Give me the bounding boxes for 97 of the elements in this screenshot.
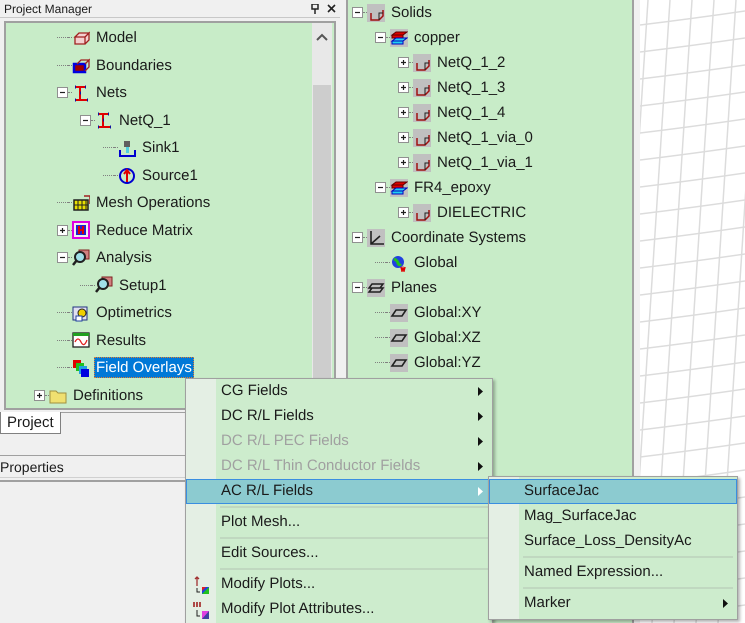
expand-icon[interactable] <box>398 207 409 218</box>
tree-item[interactable]: Sink1 <box>140 137 182 158</box>
menu-item[interactable]: Marker <box>519 591 737 616</box>
submenu-arrow-icon <box>478 412 483 421</box>
expand-icon[interactable] <box>398 132 409 143</box>
submenu-arrow-icon <box>478 387 483 396</box>
plot-attributes-icon <box>193 600 209 618</box>
menu-item[interactable]: Plot Mesh... <box>216 510 492 535</box>
pin-icon[interactable] <box>311 4 319 14</box>
expand-icon[interactable] <box>398 57 409 68</box>
panel-title: Project Manager <box>4 2 92 14</box>
expand-icon[interactable] <box>398 107 409 118</box>
tree-item[interactable]: NetQ_1_via_1 <box>435 152 535 173</box>
tree-item[interactable]: Solids <box>389 2 434 23</box>
tree-item[interactable]: Nets <box>94 82 129 104</box>
solid-icon <box>413 104 431 122</box>
solid-icon <box>413 128 431 146</box>
collapse-icon[interactable] <box>352 282 363 293</box>
tree-item[interactable]: NetQ_1_2 <box>435 52 508 73</box>
collapse-icon[interactable] <box>80 114 91 126</box>
tree-item[interactable]: copper <box>412 27 462 48</box>
panel-title: Properties <box>0 458 64 477</box>
tree-item[interactable]: Mesh Operations <box>94 192 212 214</box>
tree-item[interactable]: Global:XZ <box>412 327 483 348</box>
axes-icon <box>367 228 385 246</box>
submenu-arrow-icon <box>723 599 728 608</box>
tree-item[interactable]: NetQ_1_3 <box>435 77 508 98</box>
expand-icon[interactable] <box>398 82 409 93</box>
mesh-grid-icon <box>72 194 90 212</box>
submenu-arrow-icon <box>478 437 483 446</box>
plane-icon <box>390 354 408 372</box>
menu-item[interactable]: Mag_SurfaceJac <box>519 504 737 529</box>
solid-icon <box>413 54 431 72</box>
menu-item[interactable]: Named Expression... <box>519 560 737 585</box>
collapse-icon[interactable] <box>375 32 386 43</box>
collapse-icon[interactable] <box>57 252 68 264</box>
menu-item[interactable]: CG Fields <box>216 379 492 404</box>
material-icon <box>390 28 408 46</box>
solid-icon <box>413 154 431 172</box>
tree-item[interactable]: Coordinate Systems <box>389 227 528 248</box>
material-icon <box>390 178 408 196</box>
tree-item[interactable]: NetQ_1_via_0 <box>435 127 535 148</box>
tree-item[interactable]: Optimetrics <box>94 302 174 324</box>
magnifier-icon <box>72 248 90 267</box>
tree-item[interactable]: FR4_epoxy <box>412 177 493 198</box>
solid-icon <box>367 4 385 22</box>
planes-icon <box>367 278 385 296</box>
magnifier-icon <box>95 276 113 294</box>
sink-icon <box>118 138 136 157</box>
matrix-icon <box>72 221 90 240</box>
net-icon <box>95 111 113 130</box>
layers-icon <box>72 358 90 377</box>
menu-item[interactable]: DC R/L Fields <box>216 404 492 429</box>
tree-item[interactable]: Global:XY <box>412 302 484 323</box>
menu-item[interactable]: Edit Sources... <box>216 541 492 566</box>
globe-icon <box>390 254 408 272</box>
tree-item[interactable]: NetQ_1_4 <box>435 102 508 123</box>
tree-item[interactable]: NetQ_1 <box>117 110 173 131</box>
menu-item[interactable]: Modify Plots... <box>216 572 492 597</box>
expand-icon[interactable] <box>57 224 68 236</box>
solid-icon <box>413 78 431 96</box>
plane-icon <box>390 304 408 322</box>
tree-item[interactable]: Results <box>94 330 148 351</box>
submenu-arrow-icon <box>478 462 483 471</box>
menu-item[interactable]: SurfaceJac <box>489 479 737 504</box>
scroll-up-icon[interactable] <box>316 33 328 41</box>
box-icon <box>72 56 90 74</box>
tree-item[interactable]: Reduce Matrix <box>94 220 195 241</box>
tree-item[interactable]: Setup1 <box>117 274 169 296</box>
tree-item[interactable]: Global <box>412 252 460 273</box>
tree-item[interactable]: Analysis <box>94 247 154 268</box>
menu-item[interactable]: Modify Plot Attributes... <box>216 597 492 622</box>
collapse-icon[interactable] <box>352 232 363 243</box>
tree-item[interactable]: Planes <box>389 277 439 298</box>
collapse-icon[interactable] <box>352 7 363 18</box>
collapse-icon[interactable] <box>375 182 386 193</box>
solid-icon <box>413 204 431 222</box>
tree-item[interactable]: Global:YZ <box>412 352 483 373</box>
tree-item[interactable]: Field Overlays <box>94 357 194 378</box>
tab[interactable]: Project <box>0 412 61 434</box>
close-icon[interactable] <box>327 4 336 13</box>
net-icon <box>72 84 90 102</box>
plot-icon <box>193 576 209 594</box>
tree-item[interactable]: Definitions <box>71 384 146 406</box>
plane-icon <box>390 328 408 346</box>
submenu-arrow-icon <box>478 487 483 496</box>
tree-item[interactable]: Boundaries <box>94 54 174 76</box>
menu-item[interactable]: Surface_Loss_DensityAc <box>519 529 737 554</box>
tree-item[interactable]: DIELECTRIC <box>435 202 528 223</box>
collapse-icon[interactable] <box>57 87 68 98</box>
tree-item[interactable]: Model <box>94 27 139 48</box>
chart-window-icon <box>72 331 90 350</box>
gear-window-icon <box>72 304 90 322</box>
expand-icon[interactable] <box>34 390 45 401</box>
expand-icon[interactable] <box>398 157 409 168</box>
tree-item[interactable]: Source1 <box>140 164 200 186</box>
source-icon <box>118 166 136 184</box>
